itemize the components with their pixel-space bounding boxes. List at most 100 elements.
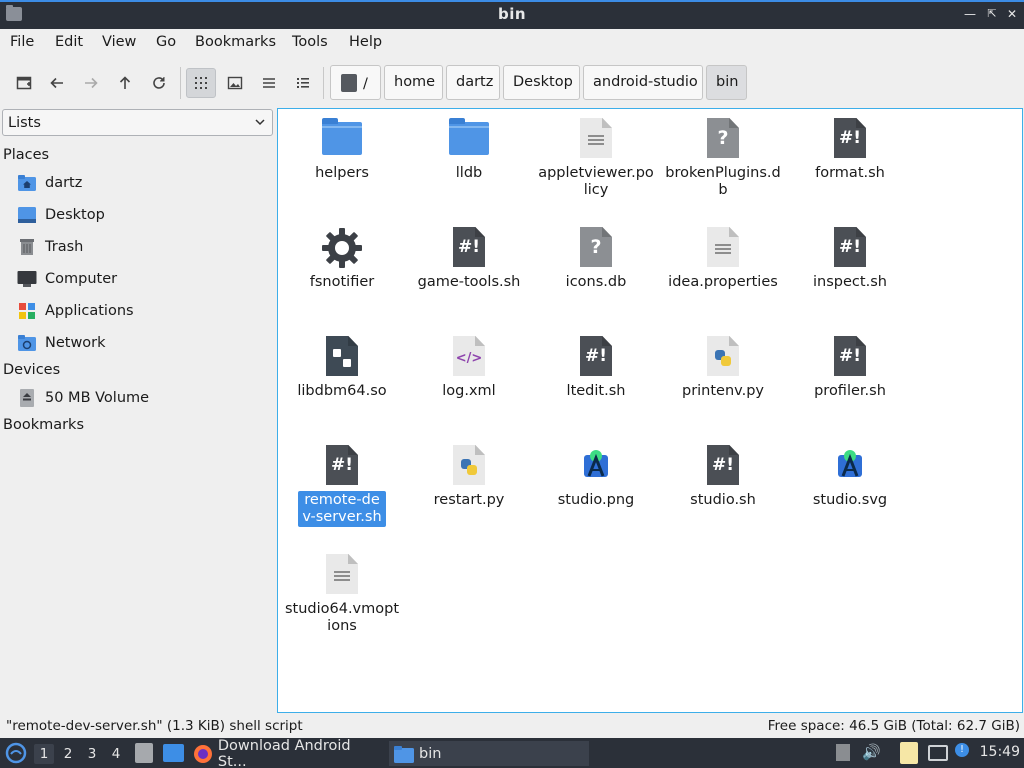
menu-edit[interactable]: Edit <box>55 34 83 50</box>
workspace-2[interactable]: 2 <box>58 744 78 764</box>
file-item-inspect-sh[interactable]: #! inspect.sh <box>787 227 913 292</box>
path-crumb-android-studio[interactable]: android-studio <box>583 65 703 100</box>
file-name: ltedit.sh <box>566 383 626 399</box>
file-name: studio.sh <box>690 492 756 508</box>
icon-grid-icon <box>195 77 207 89</box>
side-panel-mode-select[interactable]: Lists <box>2 109 273 136</box>
sidebar-item-dartz[interactable]: dartz <box>17 171 267 195</box>
unknown-file-icon: ? <box>575 227 617 271</box>
sidebar-item-desktop[interactable]: Desktop <box>17 203 267 227</box>
file-item-helpers[interactable]: helpers <box>279 118 405 183</box>
clipboard-icon[interactable] <box>900 742 918 764</box>
file-view[interactable]: helpers lldb appletviewer.policy ? broke… <box>277 108 1023 713</box>
file-name: inspect.sh <box>813 274 887 290</box>
minimize-icon[interactable]: — <box>962 6 978 22</box>
removable-media-icon[interactable] <box>836 744 850 761</box>
clock[interactable]: 15:49 <box>980 744 1020 760</box>
task-bin[interactable]: bin <box>389 741 589 766</box>
notification-icon[interactable]: ! <box>955 743 969 757</box>
path-crumb-home[interactable]: home <box>384 65 443 100</box>
file-item-libdbm64-so[interactable]: libdbm64.so <box>279 336 405 401</box>
file-item-printenv-py[interactable]: printenv.py <box>660 336 786 401</box>
detailed-list-view-button[interactable] <box>288 68 318 98</box>
sidebar-item-label: 50 MB Volume <box>45 390 150 406</box>
new-tab-button[interactable] <box>9 68 39 98</box>
file-name: studio64.vmoptions <box>284 601 400 634</box>
reload-icon <box>153 77 165 89</box>
file-item-ltedit-sh[interactable]: #! ltedit.sh <box>533 336 659 401</box>
sidebar-item-label: Desktop <box>45 207 105 223</box>
workspace-3[interactable]: 3 <box>82 744 102 764</box>
file-item-icons-db[interactable]: ? icons.db <box>533 227 659 292</box>
menu-go[interactable]: Go <box>156 34 176 50</box>
quicklaunch-file-manager-icon[interactable] <box>135 743 153 763</box>
side-panel: Lists Places dartz Desktop Trash Compute… <box>0 107 276 712</box>
menu-tools[interactable]: Tools <box>292 34 328 50</box>
menu-view[interactable]: View <box>102 34 136 50</box>
file-name: studio.png <box>557 492 635 508</box>
file-item-studio64-vmoptions[interactable]: studio64.vmoptions <box>279 554 405 636</box>
menu-bookmarks[interactable]: Bookmarks <box>195 34 276 50</box>
arrow-left-icon <box>50 77 63 89</box>
path-crumb-desktop[interactable]: Desktop <box>503 65 580 100</box>
menu-file[interactable]: File <box>10 34 34 50</box>
volume-icon[interactable]: 🔊 <box>862 743 881 761</box>
file-name: game-tools.sh <box>417 274 521 290</box>
file-item-brokenplugins-db[interactable]: ? brokenPlugins.db <box>660 118 786 200</box>
trash-icon <box>17 237 37 257</box>
sidebar-item-label: Computer <box>45 271 118 287</box>
file-name: format.sh <box>815 165 885 181</box>
android-studio-icon <box>829 445 871 489</box>
file-item-restart-py[interactable]: restart.py <box>406 445 532 510</box>
thumbnail-view-button[interactable] <box>220 68 250 98</box>
file-name: profiler.sh <box>814 383 886 399</box>
file-name: appletviewer.policy <box>538 165 654 198</box>
workspace-4[interactable]: 4 <box>106 744 126 764</box>
compact-view-button[interactable] <box>254 68 284 98</box>
close-icon[interactable]: ✕ <box>1004 6 1020 22</box>
file-name: log.xml <box>442 383 496 399</box>
forward-button[interactable] <box>76 68 106 98</box>
bookmarks-heading: Bookmarks <box>3 417 85 433</box>
file-item-studio-sh[interactable]: #! studio.sh <box>660 445 786 510</box>
reload-button[interactable] <box>144 68 174 98</box>
workspace-1[interactable]: 1 <box>34 744 54 764</box>
task-firefox[interactable]: Download Android St... <box>193 737 383 768</box>
file-item-remote-dev-server-sh[interactable]: #! remote-dev-server.sh <box>279 445 405 527</box>
free-space-status: Free space: 46.5 GiB (Total: 62.7 GiB) <box>767 718 1020 734</box>
file-item-format-sh[interactable]: #! format.sh <box>787 118 913 183</box>
side-panel-mode-value: Lists <box>8 115 41 131</box>
icon-view-button[interactable] <box>186 68 216 98</box>
sidebar-item-computer[interactable]: Computer <box>17 267 267 291</box>
sidebar-item-applications[interactable]: Applications <box>17 299 267 323</box>
path-crumb-root[interactable]: / <box>330 65 381 100</box>
path-crumb-root-label: / <box>363 76 368 92</box>
file-item-studio-png[interactable]: studio.png <box>533 445 659 510</box>
sidebar-item-trash[interactable]: Trash <box>17 235 267 259</box>
task-label: Download Android St... <box>217 737 351 768</box>
sidebar-item-network[interactable]: Network <box>17 331 267 355</box>
sidebar-item-50mb-volume[interactable]: 50 MB Volume <box>17 386 267 410</box>
restore-icon[interactable]: ⇱ <box>984 6 1000 22</box>
file-item-profiler-sh[interactable]: #! profiler.sh <box>787 336 913 401</box>
quicklaunch-show-desktop-icon[interactable] <box>163 744 184 762</box>
start-menu-button[interactable] <box>5 742 27 764</box>
library-file-icon <box>321 336 363 380</box>
path-crumb-dartz[interactable]: dartz <box>446 65 500 100</box>
file-item-appletviewer-policy[interactable]: appletviewer.policy <box>533 118 659 200</box>
menu-bar: File Edit View Go Bookmarks Tools Help <box>0 29 1024 56</box>
file-item-log-xml[interactable]: </> log.xml <box>406 336 532 401</box>
back-button[interactable] <box>42 68 72 98</box>
file-item-studio-svg[interactable]: studio.svg <box>787 445 913 510</box>
file-item-lldb[interactable]: lldb <box>406 118 532 183</box>
menu-help[interactable]: Help <box>349 34 382 50</box>
file-item-game-tools-sh[interactable]: #! game-tools.sh <box>406 227 532 292</box>
chevron-down-icon <box>255 119 265 126</box>
up-button[interactable] <box>110 68 140 98</box>
network-status-icon[interactable] <box>928 745 948 761</box>
status-bar: "remote-dev-server.sh" (1.3 KiB) shell s… <box>0 714 1024 738</box>
path-crumb-bin[interactable]: bin <box>706 65 747 100</box>
file-item-idea-properties[interactable]: idea.properties <box>660 227 786 292</box>
file-name: brokenPlugins.db <box>665 165 781 198</box>
file-item-fsnotifier[interactable]: fsnotifier <box>279 227 405 292</box>
